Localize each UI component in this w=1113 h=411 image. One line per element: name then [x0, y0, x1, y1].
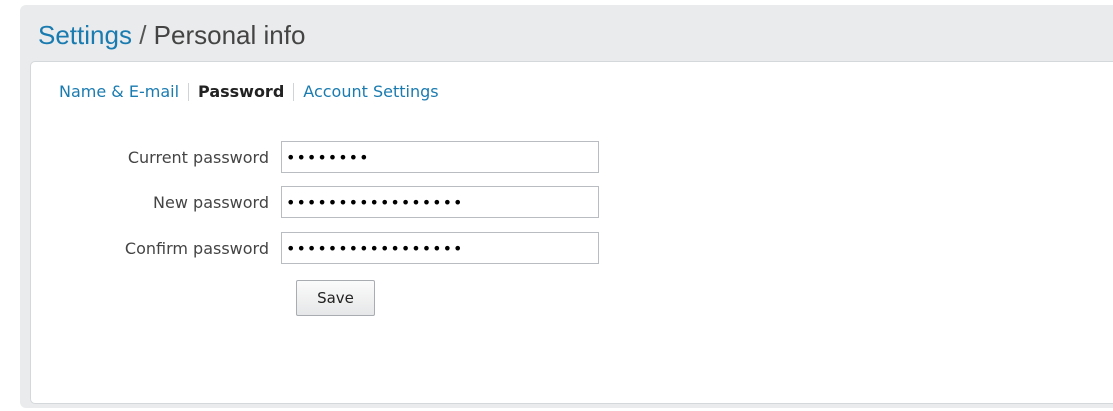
page-title: Settings / Personal info [38, 15, 305, 55]
new-password-input[interactable] [281, 186, 599, 218]
subnav-divider [188, 83, 190, 101]
subnav-name-email[interactable]: Name & E-mail [59, 81, 179, 103]
current-password-label: Current password [127, 147, 269, 167]
subnav-password[interactable]: Password [198, 81, 284, 103]
settings-subnav: Name & E-mail Password Account Settings [59, 81, 439, 103]
save-button[interactable]: Save [296, 280, 375, 316]
current-password-input[interactable] [281, 141, 599, 173]
new-password-label: New password [153, 192, 269, 212]
breadcrumb-separator: / [139, 20, 147, 50]
confirm-password-label: Confirm password [124, 238, 269, 258]
settings-panel: Name & E-mail Password Account Settings … [30, 61, 1113, 404]
confirm-password-input[interactable] [281, 232, 599, 264]
breadcrumb-settings-link[interactable]: Settings [38, 20, 132, 50]
subnav-account-settings[interactable]: Account Settings [303, 81, 438, 103]
new-password-row: New password [31, 185, 599, 219]
breadcrumb-current: Personal info [153, 20, 306, 50]
subnav-divider [293, 83, 295, 101]
confirm-password-row: Confirm password [31, 231, 599, 265]
current-password-row: Current password [31, 140, 599, 174]
